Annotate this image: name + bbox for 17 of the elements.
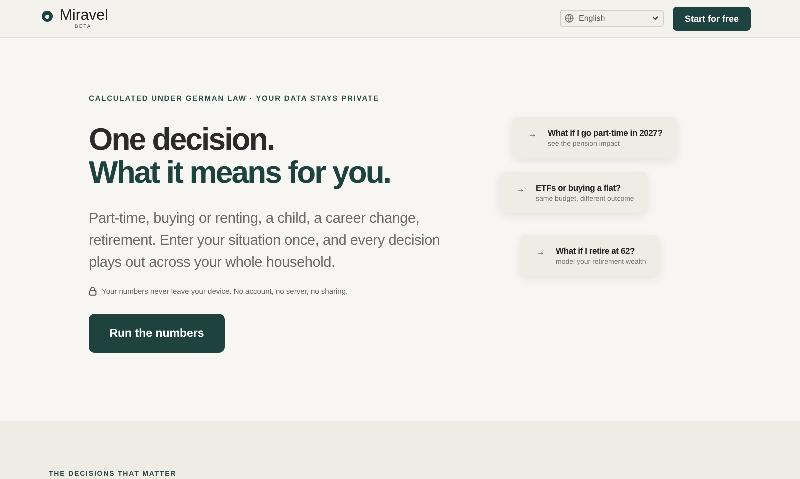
card-title: What if I go part-time in 2027?: [548, 128, 663, 138]
lead-paragraph: Part-time, buying or renting, a child, a career change, retirement. Enter your situation once, and every decision plays out across your whole household.: [89, 210, 442, 273]
arrow-icon: →: [516, 184, 525, 194]
run-button[interactable]: Run the numbers: [89, 314, 225, 353]
logo-icon: [42, 10, 53, 22]
brand-name: Miravel: [60, 8, 108, 24]
start-button[interactable]: Start for free: [672, 6, 751, 30]
arrow-icon: →: [528, 129, 537, 139]
card-title: What if I retire at 62?: [556, 246, 636, 256]
card-title: ETFs or buying a flat?: [536, 183, 622, 193]
headline: One decision.: [89, 123, 276, 156]
chevron-icon: [652, 16, 659, 21]
arrow-icon: →: [536, 247, 545, 257]
globe-icon: [564, 14, 574, 23]
headline: What it means for you.: [89, 156, 392, 189]
lock-icon: [89, 287, 97, 296]
language-select[interactable]: English: [560, 10, 664, 27]
